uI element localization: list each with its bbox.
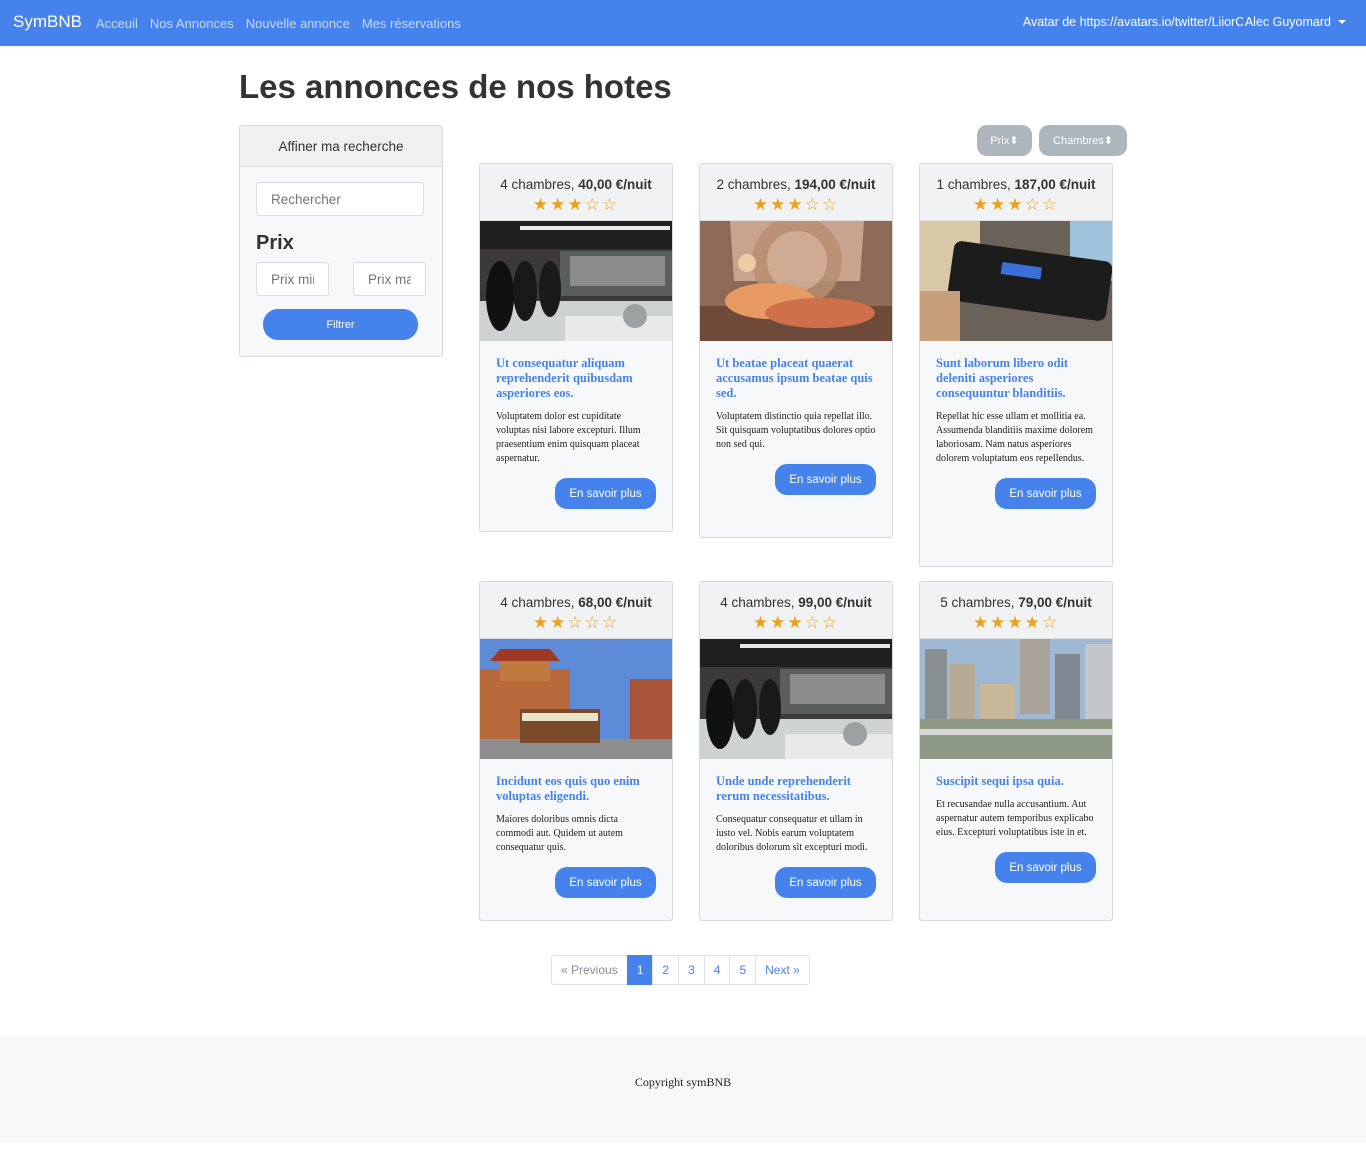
footer: Copyright symBNB: [0, 1036, 1366, 1142]
nav-link-mes-reservations[interactable]: Mes réservations: [362, 16, 461, 31]
page-3[interactable]: 3: [678, 955, 705, 985]
sidebar-header: Affiner ma recherche: [240, 126, 442, 167]
card-body: Suscipit sequi ipsa quia. Et recusandae …: [920, 759, 1112, 897]
sort-chambres-button[interactable]: Chambres⬍: [1039, 125, 1127, 156]
card-header: 4 chambres, 68,00 €/nuit ★★☆☆☆: [480, 582, 672, 639]
card-header: 2 chambres, 194,00 €/nuit ★★★☆☆: [700, 164, 892, 221]
star-rating-icon: ★★☆☆☆: [532, 613, 620, 632]
page-1[interactable]: 1: [626, 955, 654, 985]
star-rating-icon: ★★★☆☆: [752, 613, 840, 632]
nav-link-acceuil[interactable]: Acceuil: [96, 16, 138, 31]
card-title[interactable]: Sunt laborum libero odit deleniti asperi…: [936, 356, 1096, 401]
card-rooms: 2 chambres,: [716, 177, 791, 192]
nav-link-nouvelle-annonce[interactable]: Nouvelle annonce: [246, 16, 350, 31]
en-savoir-plus-button[interactable]: En savoir plus: [555, 478, 656, 509]
card-header: 4 chambres, 99,00 €/nuit ★★★☆☆: [700, 582, 892, 639]
copyright-text: Copyright symBNB: [634, 1075, 732, 1089]
listing-card: 4 chambres, 99,00 €/nuit ★★★☆☆ Unde unde…: [699, 581, 893, 921]
user-name[interactable]: Alec Guyomard: [1245, 15, 1331, 29]
brand-link[interactable]: SymBNB: [13, 12, 82, 32]
en-savoir-plus-button[interactable]: En savoir plus: [775, 464, 876, 495]
card-title[interactable]: Ut consequatur aliquam reprehenderit qui…: [496, 356, 656, 401]
listing-card: 4 chambres, 40,00 €/nuit ★★★☆☆ Ut conseq…: [479, 163, 673, 532]
listing-image[interactable]: [920, 221, 1113, 341]
navbar: SymBNB Acceuil Nos Annonces Nouvelle ann…: [0, 0, 1366, 46]
star-rating-icon: ★★★★☆: [972, 613, 1060, 632]
prix-heading: Prix: [256, 232, 294, 254]
card-rooms: 5 chambres,: [940, 595, 1015, 610]
price-max-input[interactable]: [353, 262, 426, 296]
listing-card: 5 chambres, 79,00 €/nuit ★★★★☆ Suscipit …: [919, 581, 1113, 921]
card-price: 194,00 €/nuit: [794, 177, 876, 192]
card-text: Maiores doloribus omnis dicta commodi au…: [496, 814, 623, 853]
listing-card: 2 chambres, 194,00 €/nuit ★★★☆☆ Ut beata…: [699, 163, 893, 538]
listing-image[interactable]: [480, 639, 673, 759]
page-previous[interactable]: « Previous: [551, 955, 628, 985]
star-rating-icon: ★★★☆☆: [752, 195, 840, 214]
page-next[interactable]: Next »: [755, 955, 810, 985]
listing-image[interactable]: [920, 639, 1113, 759]
card-price: 79,00 €/nuit: [1018, 595, 1092, 610]
card-text: Et recusandae nulla accusantium. Aut asp…: [936, 799, 1094, 838]
user-menu[interactable]: Avatar de https://avatars.io/twitter/Lii…: [1023, 15, 1346, 29]
nav-link-nos-annonces[interactable]: Nos Annonces: [150, 16, 234, 31]
pagination: « Previous 1 2 3 4 5 Next »: [551, 955, 810, 985]
card-text: Voluptatem distinctio quia repellat illo…: [716, 411, 876, 450]
star-rating-icon: ★★★☆☆: [532, 195, 620, 214]
listing-card: 1 chambres, 187,00 €/nuit ★★★☆☆ Sunt lab…: [919, 163, 1113, 567]
search-input[interactable]: [256, 182, 424, 216]
en-savoir-plus-button[interactable]: En savoir plus: [555, 867, 656, 898]
en-savoir-plus-button[interactable]: En savoir plus: [995, 852, 1096, 883]
card-title[interactable]: Suscipit sequi ipsa quia.: [936, 774, 1096, 789]
card-header: 4 chambres, 40,00 €/nuit ★★★☆☆: [480, 164, 672, 221]
card-text: Repellat hic esse ullam et mollitia ea. …: [936, 411, 1093, 464]
card-price: 68,00 €/nuit: [578, 595, 652, 610]
en-savoir-plus-button[interactable]: En savoir plus: [775, 867, 876, 898]
card-body: Unde unde reprehenderit rerum necessitat…: [700, 759, 892, 912]
page-2[interactable]: 2: [652, 955, 680, 985]
star-rating-icon: ★★★☆☆: [972, 195, 1060, 214]
card-rooms: 4 chambres,: [500, 595, 575, 610]
card-body: Ut consequatur aliquam reprehenderit qui…: [480, 341, 672, 523]
search-sidebar: Affiner ma recherche Prix Filtrer: [239, 125, 443, 357]
card-price: 40,00 €/nuit: [578, 177, 652, 192]
avatar[interactable]: Avatar de https://avatars.io/twitter/Lii…: [1023, 15, 1243, 29]
price-min-input[interactable]: [256, 262, 329, 296]
card-body: Incidunt eos quis quo enim voluptas elig…: [480, 759, 672, 912]
card-title[interactable]: Unde unde reprehenderit rerum necessitat…: [716, 774, 876, 804]
listing-card: 4 chambres, 68,00 €/nuit ★★☆☆☆ Incidunt …: [479, 581, 673, 921]
nav-links: Acceuil Nos Annonces Nouvelle annonce Me…: [96, 16, 461, 31]
page-5[interactable]: 5: [729, 955, 757, 985]
listing-image[interactable]: [700, 221, 893, 341]
card-header: 5 chambres, 79,00 €/nuit ★★★★☆: [920, 582, 1112, 639]
card-header: 1 chambres, 187,00 €/nuit ★★★☆☆: [920, 164, 1112, 221]
card-price: 187,00 €/nuit: [1014, 177, 1096, 192]
card-price: 99,00 €/nuit: [798, 595, 872, 610]
sort-prix-button[interactable]: Prix⬍: [977, 125, 1032, 156]
card-text: Voluptatem dolor est cupiditate voluptas…: [496, 411, 641, 464]
card-body: Sunt laborum libero odit deleniti asperi…: [920, 341, 1112, 523]
card-rooms: 4 chambres,: [500, 177, 575, 192]
card-rooms: 4 chambres,: [720, 595, 795, 610]
en-savoir-plus-button[interactable]: En savoir plus: [995, 478, 1096, 509]
card-text: Consequatur consequatur et ullam in iust…: [716, 814, 868, 853]
card-title[interactable]: Ut beatae placeat quaerat accusamus ipsu…: [716, 356, 876, 401]
filter-button[interactable]: Filtrer: [263, 309, 418, 340]
page-title: Les annonces de nos hotes: [239, 68, 672, 105]
card-title[interactable]: Incidunt eos quis quo enim voluptas elig…: [496, 774, 656, 804]
card-body: Ut beatae placeat quaerat accusamus ipsu…: [700, 341, 892, 509]
listing-image[interactable]: [700, 639, 893, 759]
page-4[interactable]: 4: [703, 955, 731, 985]
card-rooms: 1 chambres,: [936, 177, 1011, 192]
listing-image[interactable]: [480, 221, 673, 341]
caret-down-icon[interactable]: [1338, 20, 1346, 24]
